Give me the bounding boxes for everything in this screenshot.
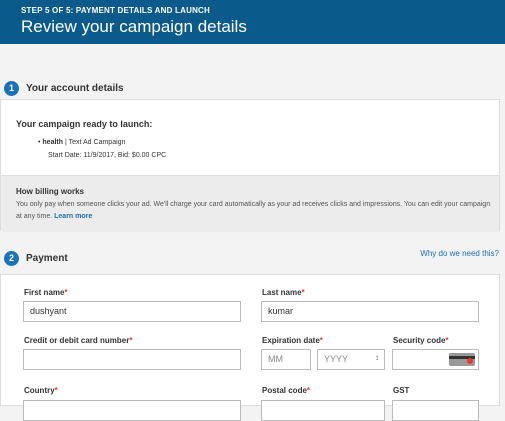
postal-code-label: Postal code* <box>262 386 311 395</box>
payment-panel: First name* dushyant Last name* kumar Cr… <box>0 274 500 421</box>
last-name-label: Last name* <box>262 288 305 297</box>
country-label: Country* <box>24 386 58 395</box>
campaign-summary: • health | Text Ad Campaign <box>38 139 126 146</box>
section-number-2: 2 <box>4 251 19 266</box>
card-number-field[interactable] <box>23 349 241 370</box>
security-code-field[interactable] <box>392 349 479 370</box>
card-number-label: Credit or debit card number* <box>24 336 133 345</box>
gst-field[interactable] <box>392 400 479 421</box>
expiration-month-field[interactable]: MM <box>261 349 311 370</box>
billing-text: You only pay when someone clicks your ad… <box>16 201 491 220</box>
country-select[interactable] <box>23 400 241 421</box>
page-title: Review your campaign details <box>21 17 247 36</box>
expiration-label: Expiration date* <box>262 336 323 345</box>
billing-title: How billing works <box>16 187 85 196</box>
card-back-icon <box>449 353 475 366</box>
account-panel: Your campaign ready to launch: • health … <box>0 99 500 232</box>
payment-section-title: Payment <box>26 253 68 264</box>
why-need-link[interactable]: Why do we need this? <box>420 249 499 258</box>
last-name-field[interactable]: kumar <box>261 301 479 322</box>
campaign-type: | Text Ad Campaign <box>63 139 126 146</box>
first-name-label: First name* <box>24 288 68 297</box>
step-indicator: STEP 5 OF 5: PAYMENT DETAILS AND LAUNCH <box>21 6 211 15</box>
expiration-year-select[interactable]: YYYY ↕ <box>317 349 385 370</box>
chevron-updown-icon: ↕ <box>375 353 379 362</box>
gst-label: GST <box>393 386 410 395</box>
campaign-name: health <box>42 139 64 146</box>
learn-more-link[interactable]: Learn more <box>54 213 92 220</box>
security-code-label: Security code* <box>393 336 449 345</box>
section-number-1: 1 <box>4 81 19 96</box>
page-header: STEP 5 OF 5: PAYMENT DETAILS AND LAUNCH … <box>0 0 505 44</box>
campaign-ready-title: Your campaign ready to launch: <box>16 119 153 129</box>
postal-code-field[interactable] <box>261 400 385 421</box>
first-name-field[interactable]: dushyant <box>23 301 241 322</box>
campaign-start-date: Start Date: 11/9/2017, Bid: $0.00 CPC <box>48 152 167 159</box>
account-section-title: Your account details <box>26 83 124 94</box>
billing-info: How billing works You only pay when some… <box>1 175 499 232</box>
